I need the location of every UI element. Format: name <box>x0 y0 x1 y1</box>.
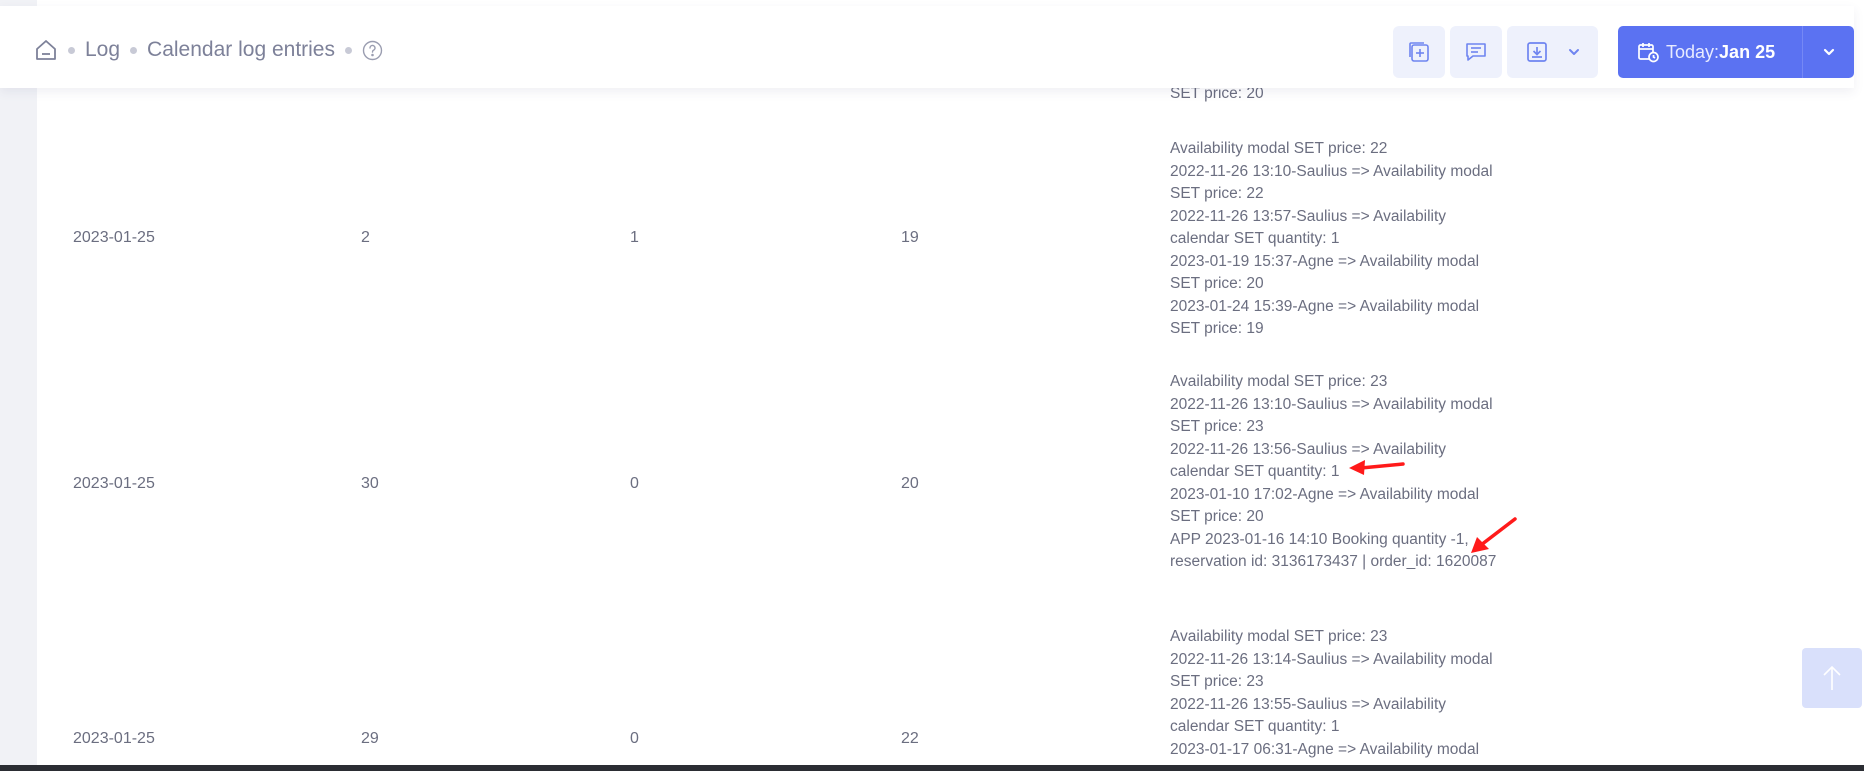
annotation-arrow-icon <box>1471 517 1517 553</box>
log-line: calendar SET quantity: 1 <box>1170 230 1340 247</box>
value-cell: 0 <box>630 475 639 492</box>
today-date-button[interactable]: Today: Jan 25 <box>1618 26 1854 78</box>
log-entries: Availability modal SET price: 23 2022-11… <box>1170 626 1530 761</box>
value-cell: 0 <box>630 730 639 747</box>
value-cell: 30 <box>361 475 379 492</box>
comment-icon <box>1466 43 1486 61</box>
value-cell: 20 <box>901 475 919 492</box>
scroll-to-top-button[interactable] <box>1802 648 1862 708</box>
home-icon[interactable] <box>34 38 58 62</box>
log-line: calendar SET quantity: 1 <box>1170 718 1340 735</box>
date-cell: 2023-01-25 <box>73 475 155 492</box>
log-line: SET price: 23 <box>1170 418 1264 435</box>
add-button[interactable] <box>1393 26 1445 78</box>
date-cell: 2023-01-25 <box>73 229 155 246</box>
chevron-down-icon <box>1568 49 1579 55</box>
log-line: SET price: 20 <box>1170 275 1264 292</box>
breadcrumb-log[interactable]: Log <box>85 38 120 62</box>
value-cell: 2 <box>361 229 370 246</box>
today-date-main[interactable]: Today: Jan 25 <box>1618 26 1802 78</box>
calendar-clock-icon <box>1638 43 1659 63</box>
value-cell: 22 <box>901 730 919 747</box>
value-cell: 1 <box>630 229 639 246</box>
log-line: 2023-01-24 15:39-Agne => Availability mo… <box>1170 297 1480 315</box>
page-header: Log Calendar log entries Today: Jan 25 <box>0 6 1854 88</box>
breadcrumb-separator <box>130 46 138 54</box>
value-cell: 29 <box>361 730 379 747</box>
log-line: Availability modal SET price: 23 <box>1170 628 1388 645</box>
breadcrumb: Log Calendar log entries <box>34 32 383 68</box>
log-line: 2022-11-26 13:55-Saulius => Availability <box>1170 695 1447 713</box>
log-line: 2023-01-17 06:31-Agne => Availability mo… <box>1170 740 1480 758</box>
breadcrumb-separator <box>68 46 75 54</box>
table-row: 2023-01-25 2 1 19 Availability modal SET… <box>37 122 1864 356</box>
value-cell: 19 <box>901 229 919 246</box>
breadcrumb-separator <box>345 46 352 54</box>
left-gutter <box>0 0 37 771</box>
log-line: 2022-11-26 13:57-Saulius => Availability <box>1170 207 1447 225</box>
log-line: 2022-11-26 13:10-Saulius => Availability… <box>1170 395 1493 413</box>
log-table: SET price: 20 2023-01-25 2 1 19 Availabi… <box>37 0 1864 771</box>
log-line: SET price: 19 <box>1170 320 1264 337</box>
today-value: Jan 25 <box>1719 41 1776 62</box>
date-cell: 2023-01-25 <box>73 730 155 747</box>
download-button[interactable] <box>1507 26 1598 78</box>
bottom-taskbar-strip <box>0 765 1864 771</box>
today-dropdown-toggle[interactable] <box>1803 26 1854 78</box>
log-entries: Availability modal SET price: 22 2022-11… <box>1170 138 1530 341</box>
annotation-arrow-icon <box>1349 460 1405 475</box>
today-label: Today: <box>1666 41 1720 62</box>
comment-button[interactable] <box>1450 26 1502 78</box>
add-box-icon <box>1409 42 1429 62</box>
log-line: SET price: 22 <box>1170 185 1264 202</box>
log-line: 2023-01-19 15:37-Agne => Availability mo… <box>1170 252 1480 270</box>
download-icon <box>1526 42 1547 62</box>
log-line: 2022-11-26 13:10-Saulius => Availability… <box>1170 162 1493 180</box>
log-line: Availability modal SET price: 22 <box>1170 140 1388 157</box>
chevron-down-icon <box>1823 48 1834 56</box>
log-line: SET price: 23 <box>1170 673 1264 690</box>
breadcrumb-calendar-log-entries: Calendar log entries <box>147 38 335 61</box>
log-line: 2022-11-26 13:14-Saulius => Availability… <box>1170 650 1493 668</box>
log-line: Availability modal SET price: 23 <box>1170 373 1388 390</box>
table-row: 2023-01-25 30 0 20 Availability modal SE… <box>37 355 1864 613</box>
log-line: 2023-01-10 17:02-Agne => Availability mo… <box>1170 485 1480 503</box>
table-row: 2023-01-25 29 0 22 Availability modal SE… <box>37 612 1864 771</box>
help-icon[interactable] <box>362 40 383 61</box>
app-frame: SET price: 20 2023-01-25 2 1 19 Availabi… <box>0 0 1864 771</box>
arrow-up-icon <box>1823 665 1841 690</box>
